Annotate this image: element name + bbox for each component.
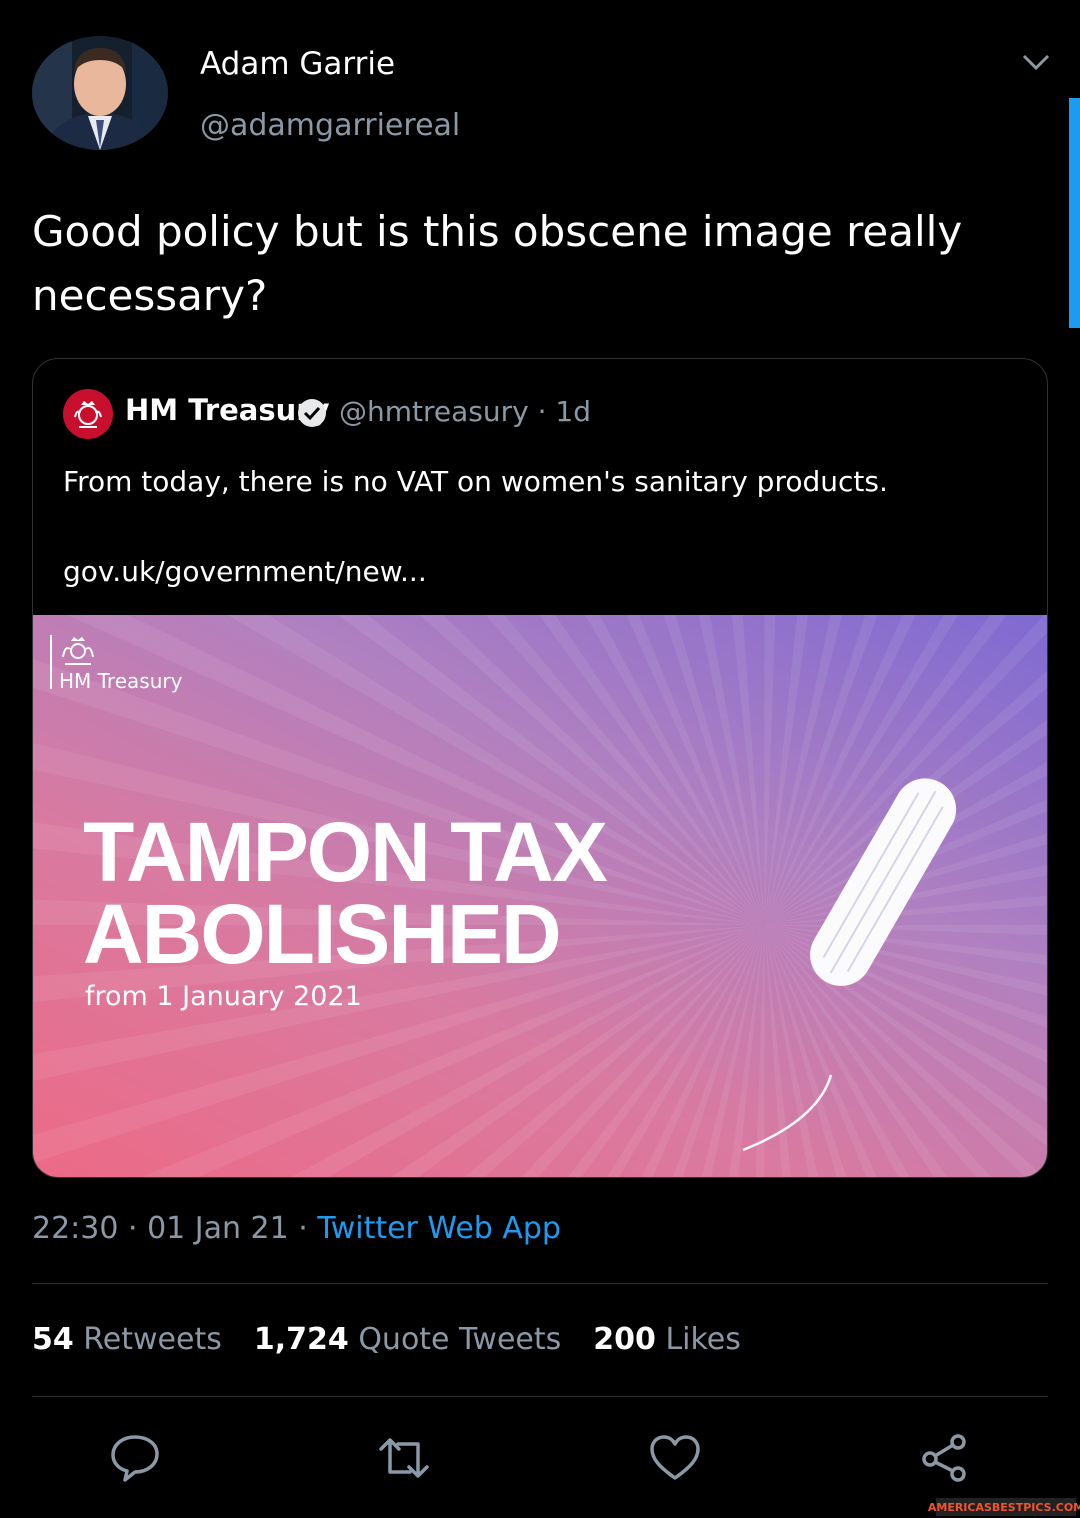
author-avatar[interactable] xyxy=(32,36,168,150)
media-subline: from 1 January 2021 xyxy=(85,981,362,1012)
share-icon[interactable] xyxy=(918,1432,970,1484)
media-headline-line2: ABOLISHED xyxy=(83,887,562,981)
crest-icon xyxy=(74,401,102,428)
quoted-media-image[interactable]: HM Treasury TAMPON TAX ABOLISHED from 1 … xyxy=(33,615,1047,1177)
quoted-avatar[interactable] xyxy=(63,389,113,439)
scrollbar[interactable] xyxy=(1069,98,1080,328)
reply-icon[interactable] xyxy=(109,1432,161,1484)
media-headline-line1: TAMPON TAX xyxy=(83,805,608,899)
retweet-icon[interactable] xyxy=(378,1432,430,1484)
engagement-stats: 54 Retweets 1,724 Quote Tweets 200 Likes xyxy=(32,1322,741,1357)
media-logo-text: HM Treasury xyxy=(59,669,183,693)
watermark: AMERICASBESTPICS.COM xyxy=(928,1498,1080,1516)
source-link[interactable]: Twitter Web App xyxy=(317,1211,561,1246)
verified-badge-icon xyxy=(298,399,326,427)
chevron-down-icon[interactable] xyxy=(1018,50,1054,74)
timestamp[interactable]: 22:30 · 01 Jan 21 · xyxy=(32,1211,317,1246)
retweets-stat[interactable]: 54 Retweets xyxy=(32,1322,222,1357)
quoted-text: From today, there is no VAT on women's s… xyxy=(63,465,888,498)
like-icon[interactable] xyxy=(649,1432,701,1484)
tampon-illustration xyxy=(742,778,957,1152)
media-logo-rule xyxy=(50,635,52,689)
quoted-handle-time: @hmtreasury · 1d xyxy=(339,395,591,428)
quote-tweets-stat[interactable]: 1,724 Quote Tweets xyxy=(254,1322,561,1357)
author-handle[interactable]: @adamgarriereal xyxy=(200,108,460,143)
quoted-link[interactable]: gov.uk/government/new... xyxy=(63,555,427,588)
royal-crest-icon xyxy=(62,637,94,665)
likes-stat[interactable]: 200 Likes xyxy=(593,1322,741,1357)
media-headline: TAMPON TAX ABOLISHED xyxy=(83,805,608,981)
tweet-text: Good policy but is this obscene image re… xyxy=(32,207,963,320)
author-name[interactable]: Adam Garrie xyxy=(200,46,395,82)
tweet-meta: 22:30 · 01 Jan 21 · Twitter Web App xyxy=(32,1211,561,1246)
divider xyxy=(32,1396,1048,1397)
divider xyxy=(32,1283,1048,1284)
quoted-tweet-card[interactable]: HM Treasury @hmtreasury · 1d From today,… xyxy=(32,358,1048,1178)
